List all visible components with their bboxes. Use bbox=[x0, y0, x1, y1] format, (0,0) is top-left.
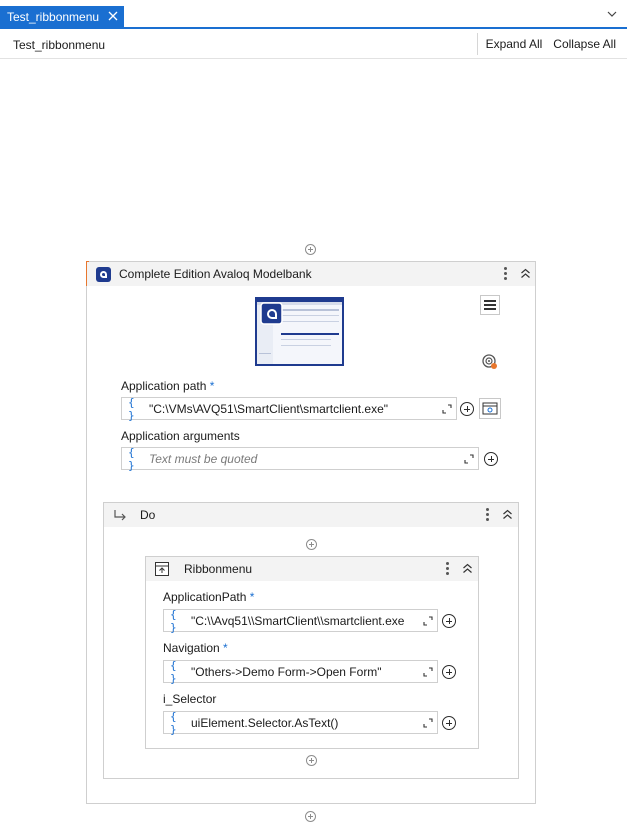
add-variable-button[interactable] bbox=[442, 614, 456, 628]
expression-icon: { } bbox=[128, 445, 135, 472]
invoke-workflow-icon bbox=[155, 562, 169, 576]
expand-editor-icon[interactable] bbox=[423, 616, 433, 626]
add-activity-icon[interactable] bbox=[306, 755, 317, 766]
sequence-arrow-icon bbox=[114, 510, 126, 521]
add-activity-icon[interactable] bbox=[305, 244, 316, 255]
ribbonmenu-activity[interactable]: Ribbonmenu ApplicationPath * { } "C:\\Av… bbox=[145, 556, 479, 749]
activity-header: Complete Edition Avaloq Modelbank bbox=[87, 262, 535, 286]
tab-label: Test_ribbonmenu bbox=[7, 9, 100, 24]
document-tab-bar: Test_ribbonmenu bbox=[0, 0, 627, 29]
expand-editor-icon[interactable] bbox=[423, 667, 433, 677]
do-sequence[interactable]: Do Ribbonmenu ApplicationPath * {} "C:\… bbox=[103, 502, 519, 779]
expression-icon: { } bbox=[170, 658, 177, 685]
ribbon-application-path-input[interactable]: { } "C:\\Avq51\\SmartClient\\smartclient… bbox=[163, 607, 438, 634]
chevron-down-icon[interactable] bbox=[607, 10, 617, 18]
more-options-icon[interactable] bbox=[504, 267, 508, 281]
browse-application-icon[interactable] bbox=[479, 398, 501, 419]
ribbon-application-path-label: ApplicationPath * bbox=[163, 590, 255, 604]
expand-editor-icon[interactable] bbox=[423, 718, 433, 728]
tab-test-ribbonmenu[interactable]: Test_ribbonmenu bbox=[0, 6, 124, 27]
expression-icon: { } bbox=[170, 607, 177, 634]
divider bbox=[476, 32, 478, 55]
do-title: Do bbox=[140, 508, 156, 522]
expand-editor-icon[interactable] bbox=[464, 454, 474, 464]
ribbonmenu-title: Ribbonmenu bbox=[184, 562, 253, 576]
expand-editor-icon[interactable] bbox=[442, 404, 452, 414]
expand-all-button[interactable]: Expand All bbox=[486, 37, 543, 51]
application-path-input[interactable]: { } "C:\VMs\AVQ51\SmartClient\smartclien… bbox=[121, 395, 457, 422]
more-options-icon[interactable] bbox=[486, 508, 490, 522]
avaloq-app-icon bbox=[96, 266, 111, 282]
add-variable-button[interactable] bbox=[442, 716, 456, 730]
expression-icon: { } bbox=[128, 395, 135, 422]
application-path-label: Application path * bbox=[121, 379, 215, 393]
menu-icon[interactable] bbox=[480, 295, 500, 315]
collapse-icon[interactable] bbox=[520, 268, 531, 279]
navigation-label: Navigation * bbox=[163, 641, 228, 655]
collapse-icon[interactable] bbox=[502, 509, 513, 520]
application-screenshot[interactable] bbox=[255, 297, 344, 366]
activity-title: Complete Edition Avaloq Modelbank bbox=[119, 267, 312, 281]
add-variable-button[interactable] bbox=[442, 665, 456, 679]
add-variable-button[interactable] bbox=[460, 402, 474, 416]
selector-input[interactable]: { } uiElement.Selector.AsText() bbox=[163, 709, 438, 736]
application-arguments-label: Application arguments bbox=[121, 429, 240, 443]
ribbonmenu-header: Ribbonmenu bbox=[146, 557, 478, 581]
collapse-icon[interactable] bbox=[462, 563, 473, 574]
target-indicate-icon[interactable] bbox=[481, 353, 499, 371]
more-options-icon[interactable] bbox=[446, 562, 450, 576]
selector-label: i_Selector bbox=[163, 692, 217, 706]
do-header: Do bbox=[104, 503, 518, 527]
expand-collapse-actions: Expand All Collapse All bbox=[476, 29, 627, 58]
collapse-all-button[interactable]: Collapse All bbox=[553, 37, 616, 51]
navigation-input[interactable]: { } "Others->Demo Form->Open Form" bbox=[163, 658, 438, 685]
expression-icon: { } bbox=[170, 709, 177, 736]
screenshot-preview bbox=[257, 299, 342, 364]
add-activity-icon[interactable] bbox=[305, 811, 316, 822]
application-arguments-input[interactable]: { } Text must be quoted bbox=[121, 445, 479, 472]
breadcrumb-bar: Test_ribbonmenu Expand All Collapse All bbox=[0, 29, 627, 59]
breadcrumb[interactable]: Test_ribbonmenu bbox=[13, 38, 105, 52]
add-activity-icon[interactable] bbox=[306, 539, 317, 550]
add-variable-button[interactable] bbox=[484, 452, 498, 466]
close-icon[interactable] bbox=[107, 10, 119, 22]
